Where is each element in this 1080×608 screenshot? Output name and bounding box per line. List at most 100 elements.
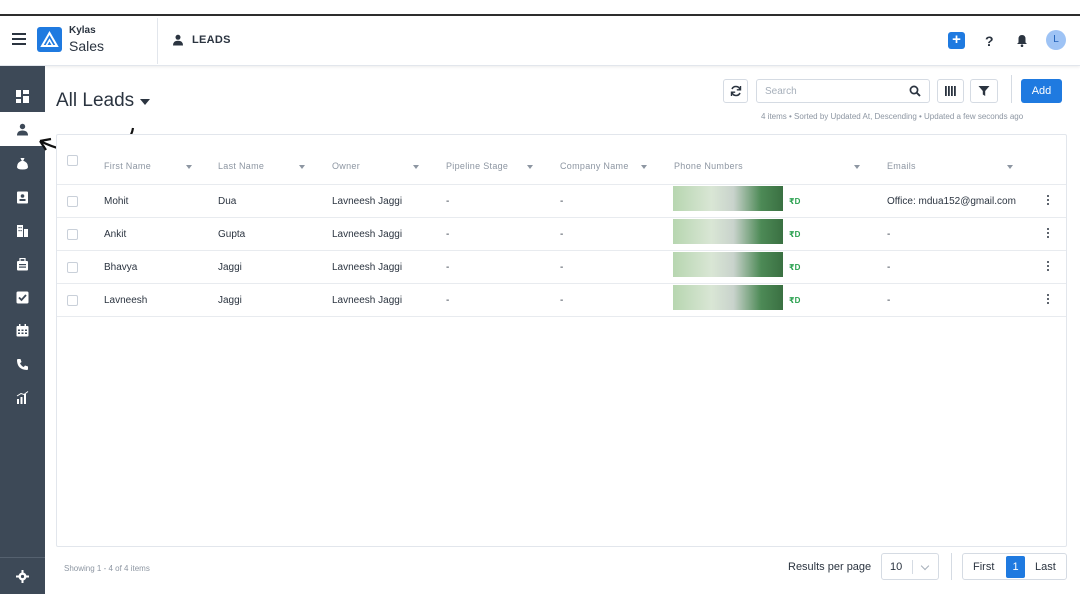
cell-pipeline-stage: - [446, 229, 450, 240]
phone-tag[interactable]: ₹D [789, 296, 800, 305]
sidebar-item-settings[interactable] [0, 557, 45, 594]
filter-button[interactable] [970, 79, 998, 103]
cell-email[interactable]: Office: mdua152@gmail.com [887, 196, 1016, 207]
last-page-button[interactable]: Last [1035, 561, 1056, 573]
cell-first-name[interactable]: Mohit [104, 196, 128, 207]
sort-caret-icon[interactable] [641, 165, 647, 169]
brand-product: Sales [69, 38, 105, 54]
sidebar-item-meetings[interactable] [0, 313, 45, 347]
refresh-button[interactable] [723, 79, 748, 103]
select-all-checkbox[interactable] [67, 155, 78, 166]
sidebar-item-reports[interactable] [0, 380, 45, 414]
cell-owner: Lavneesh Jaggi [332, 262, 403, 273]
cell-company-name: - [560, 196, 564, 207]
cell-first-name[interactable]: Ankit [104, 229, 126, 240]
column-header-last-name[interactable]: Last Name [218, 161, 264, 171]
quick-add-button[interactable]: + [948, 32, 965, 49]
pagination: First 1 Last [962, 553, 1067, 580]
chevron-down-icon [920, 561, 930, 571]
row-checkbox[interactable] [67, 229, 78, 240]
list-meta-text: 4 items • Sorted by Updated At, Descendi… [761, 112, 1024, 121]
first-page-button[interactable]: First [973, 561, 994, 573]
add-lead-button[interactable]: Add [1021, 79, 1062, 103]
cell-company-name: - [560, 229, 564, 240]
kylas-logo[interactable] [37, 27, 62, 52]
cell-company-name: - [560, 295, 564, 306]
sort-caret-icon[interactable] [854, 165, 860, 169]
cell-email: - [887, 295, 891, 306]
row-checkbox[interactable] [67, 295, 78, 306]
cell-last-name: Gupta [218, 229, 246, 240]
table-row[interactable]: Ankit Gupta Lavneesh Jaggi - - ₹D - [57, 218, 1066, 251]
table-row[interactable]: Mohit Dua Lavneesh Jaggi - - ₹D Office: … [57, 185, 1066, 218]
phone-number-redacted [673, 186, 783, 211]
row-actions-icon[interactable] [1047, 195, 1050, 206]
cell-last-name: Jaggi [218, 262, 242, 273]
row-checkbox[interactable] [67, 262, 78, 273]
row-checkbox[interactable] [67, 196, 78, 207]
column-header-pipeline-stage[interactable]: Pipeline Stage [446, 161, 508, 171]
cell-email: - [887, 262, 891, 273]
results-per-page-label: Results per page [788, 561, 872, 573]
column-header-emails[interactable]: Emails [887, 161, 916, 171]
results-per-page-select[interactable]: 10 [881, 553, 939, 580]
column-header-first-name[interactable]: First Name [104, 161, 151, 171]
cell-owner: Lavneesh Jaggi [332, 229, 403, 240]
search-input[interactable] [765, 80, 905, 102]
phone-icon [17, 358, 28, 370]
module-title: LEADS [192, 34, 231, 46]
phone-number-redacted [673, 219, 783, 244]
sidebar-item-contacts[interactable] [0, 180, 45, 214]
sort-caret-icon[interactable] [186, 165, 192, 169]
cell-last-name: Dua [218, 196, 237, 207]
sidebar-item-products[interactable] [0, 247, 45, 281]
phone-tag[interactable]: ₹D [789, 230, 800, 239]
hamburger-menu-icon[interactable] [12, 33, 26, 45]
current-page-button[interactable]: 1 [1006, 556, 1025, 578]
calendar-icon [16, 323, 29, 336]
pager-divider [951, 553, 952, 580]
phone-tag[interactable]: ₹D [789, 263, 800, 272]
phone-tag[interactable]: ₹D [789, 197, 800, 206]
list-view-selector[interactable]: All Leads [56, 90, 151, 112]
search-box [756, 79, 930, 103]
cell-first-name[interactable]: Bhavya [104, 262, 137, 273]
cell-pipeline-stage: - [446, 262, 450, 273]
phone-number-redacted [673, 285, 783, 310]
sidebar-item-dashboard[interactable] [0, 79, 45, 113]
row-actions-icon[interactable] [1047, 294, 1050, 305]
cell-company-name: - [560, 262, 564, 273]
sidebar-item-calls[interactable] [0, 347, 45, 381]
page-title: All Leads [56, 90, 135, 111]
table-header: First Name Last Name Owner Pipeline Stag… [57, 135, 1066, 185]
sort-caret-icon[interactable] [299, 165, 305, 169]
help-icon[interactable]: ? [985, 33, 994, 49]
cell-owner: Lavneesh Jaggi [332, 295, 403, 306]
cell-owner: Lavneesh Jaggi [332, 196, 403, 207]
search-icon[interactable] [909, 85, 921, 97]
bell-icon[interactable] [1016, 34, 1028, 47]
cell-pipeline-stage: - [446, 295, 450, 306]
toolbar-divider [1011, 75, 1012, 103]
brand-name: Kylas [69, 25, 96, 36]
sidebar-item-tasks[interactable] [0, 280, 45, 314]
columns-button[interactable] [937, 79, 964, 103]
sort-caret-icon[interactable] [413, 165, 419, 169]
avatar[interactable]: L [1046, 30, 1066, 50]
results-per-page-value: 10 [890, 561, 903, 573]
column-header-company-name[interactable]: Company Name [560, 161, 629, 171]
cell-first-name[interactable]: Lavneesh [104, 295, 147, 306]
table-row[interactable]: Lavneesh Jaggi Lavneesh Jaggi - - ₹D - [57, 284, 1066, 317]
cell-pipeline-stage: - [446, 196, 450, 207]
row-actions-icon[interactable] [1047, 261, 1050, 272]
sort-caret-icon[interactable] [1007, 165, 1013, 169]
column-header-phone-numbers[interactable]: Phone Numbers [674, 161, 743, 171]
sidebar-item-companies[interactable] [0, 213, 45, 247]
sort-caret-icon[interactable] [527, 165, 533, 169]
app-header: Kylas Sales LEADS + ? L [0, 16, 1080, 66]
user-icon [173, 34, 183, 46]
filter-icon [978, 86, 990, 96]
column-header-owner[interactable]: Owner [332, 161, 360, 171]
table-row[interactable]: Bhavya Jaggi Lavneesh Jaggi - - ₹D - [57, 251, 1066, 284]
row-actions-icon[interactable] [1047, 228, 1050, 239]
